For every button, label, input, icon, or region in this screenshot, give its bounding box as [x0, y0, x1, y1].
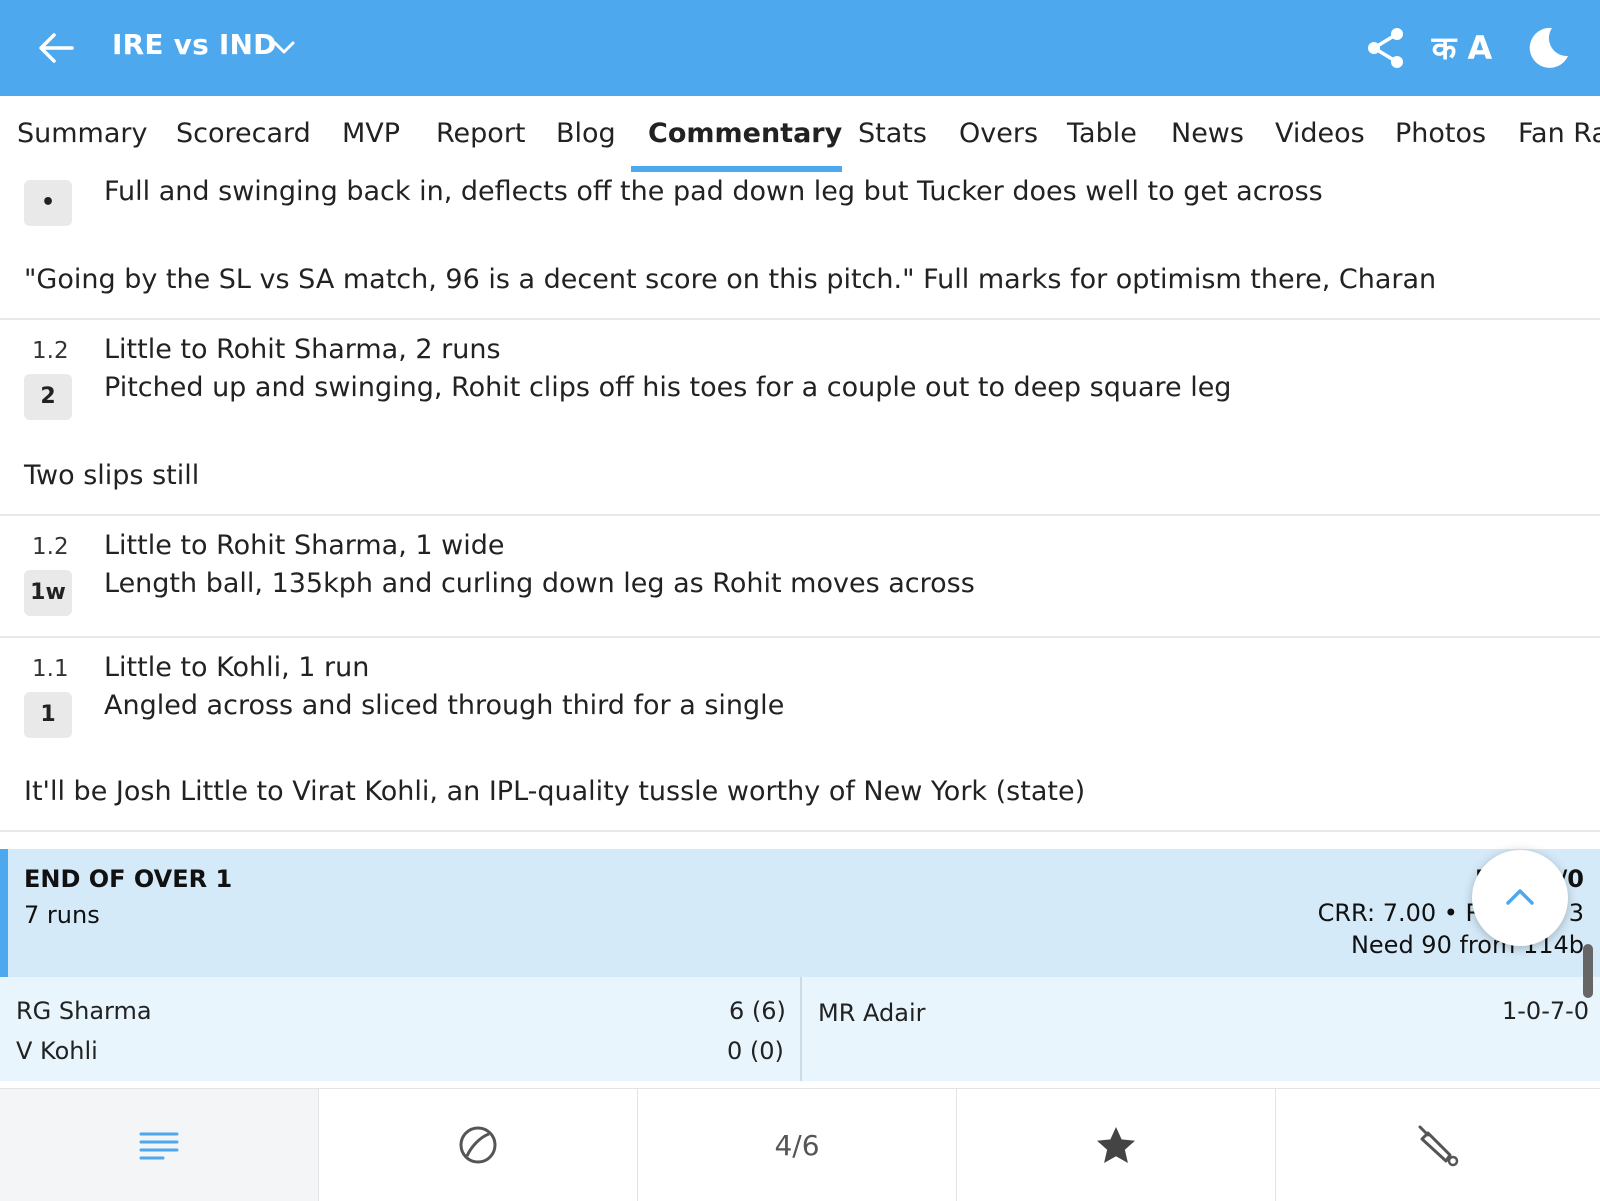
- tab-report[interactable]: Report: [436, 118, 526, 149]
- star-icon: [1097, 1127, 1135, 1163]
- tab-summary[interactable]: Summary: [17, 118, 147, 149]
- menu-lines-icon: [139, 1132, 179, 1160]
- nav-page-indicator[interactable]: 4/6: [638, 1089, 957, 1201]
- bowler-name: MR Adair: [818, 999, 926, 1027]
- ball-commentary-text: Pitched up and swinging, Rohit clips off…: [104, 372, 1232, 403]
- language-icon[interactable]: क A: [1430, 24, 1494, 72]
- back-arrow-icon[interactable]: [34, 26, 78, 70]
- tab-table[interactable]: Table: [1067, 118, 1137, 149]
- batter-name: V Kohli: [16, 1037, 98, 1065]
- tab-scorecard[interactable]: Scorecard: [176, 118, 311, 149]
- tab-mvp[interactable]: MVP: [342, 118, 400, 149]
- tab-blog[interactable]: Blog: [556, 118, 616, 149]
- batter-score: 0 (0): [727, 1037, 784, 1065]
- tab-photos[interactable]: Photos: [1395, 118, 1486, 149]
- divider: [0, 636, 1600, 638]
- bowler-figures: 1-0-7-0: [1502, 997, 1590, 1025]
- scroll-top-button[interactable]: [1472, 850, 1568, 946]
- divider: [0, 830, 1600, 832]
- divider: [0, 318, 1600, 320]
- commentary-note: "Going by the SL vs SA match, 96 is a de…: [24, 264, 1437, 295]
- bat-icon: [1418, 1125, 1459, 1167]
- tab-news[interactable]: News: [1171, 118, 1244, 149]
- end-of-over-summary: END OF OVER 1 7 runs IND: 7/0 CRR: 7.00 …: [0, 849, 1600, 977]
- ball-icon: [459, 1126, 497, 1164]
- commentary-note: It'll be Josh Little to Virat Kohli, an …: [24, 776, 1086, 807]
- chevron-down-icon[interactable]: [270, 34, 298, 62]
- nav-batting[interactable]: [1276, 1089, 1600, 1201]
- ball-commentary-text: Full and swinging back in, deflects off …: [104, 176, 1323, 207]
- scrollbar-thumb[interactable]: [1583, 944, 1593, 998]
- tab-stats[interactable]: Stats: [858, 118, 927, 149]
- accent-stripe: [0, 849, 8, 977]
- tab-overs[interactable]: Overs: [959, 118, 1038, 149]
- ball-result-badge: 1w: [24, 570, 72, 616]
- ball-title: Little to Kohli, 1 run: [104, 652, 370, 683]
- ball-title: Little to Rohit Sharma, 2 runs: [104, 334, 501, 365]
- moon-icon[interactable]: [1522, 24, 1570, 72]
- tab-fan-ratings[interactable]: Fan Ra: [1518, 118, 1600, 149]
- ball-result-badge: 2: [24, 374, 72, 420]
- batters-bowler-panel: RG Sharma 6 (6) V Kohli 0 (0) MR Adair 1…: [0, 977, 1600, 1081]
- batter-score: 6 (6): [729, 997, 786, 1025]
- match-title[interactable]: IRE vs IND: [112, 28, 277, 61]
- panel-divider: [800, 977, 802, 1081]
- ball-number: 1.1: [32, 656, 69, 682]
- nav-commentary-list[interactable]: [0, 1089, 319, 1201]
- ball-result-badge: 1: [24, 692, 72, 738]
- ball-result-badge: •: [24, 180, 72, 226]
- ball-number: 1.2: [32, 534, 69, 560]
- tab-videos[interactable]: Videos: [1275, 118, 1365, 149]
- ball-title: Little to Rohit Sharma, 1 wide: [104, 530, 505, 561]
- nav-ball-by-ball[interactable]: [319, 1089, 638, 1201]
- ball-number: 1.2: [32, 338, 69, 364]
- app-header: IRE vs IND क A: [0, 0, 1600, 96]
- share-icon[interactable]: [1362, 24, 1410, 72]
- ball-commentary-text: Angled across and sliced through third f…: [104, 690, 785, 721]
- end-of-over-heading: END OF OVER 1: [24, 865, 233, 893]
- ball-commentary-text: Length ball, 135kph and curling down leg…: [104, 568, 975, 599]
- tab-commentary[interactable]: Commentary: [648, 118, 842, 149]
- commentary-note: Two slips still: [24, 460, 200, 491]
- nav-highlights[interactable]: [957, 1089, 1276, 1201]
- chevron-up-icon: [1506, 889, 1534, 905]
- active-tab-indicator: [631, 166, 842, 172]
- page-indicator: 4/6: [774, 1129, 820, 1162]
- match-tabs: Summary Scorecard MVP Report Blog Commen…: [0, 96, 1600, 174]
- over-runs: 7 runs: [24, 901, 100, 929]
- bottom-navigation: 4/6: [0, 1088, 1600, 1201]
- divider: [0, 514, 1600, 516]
- batter-name: RG Sharma: [16, 997, 152, 1025]
